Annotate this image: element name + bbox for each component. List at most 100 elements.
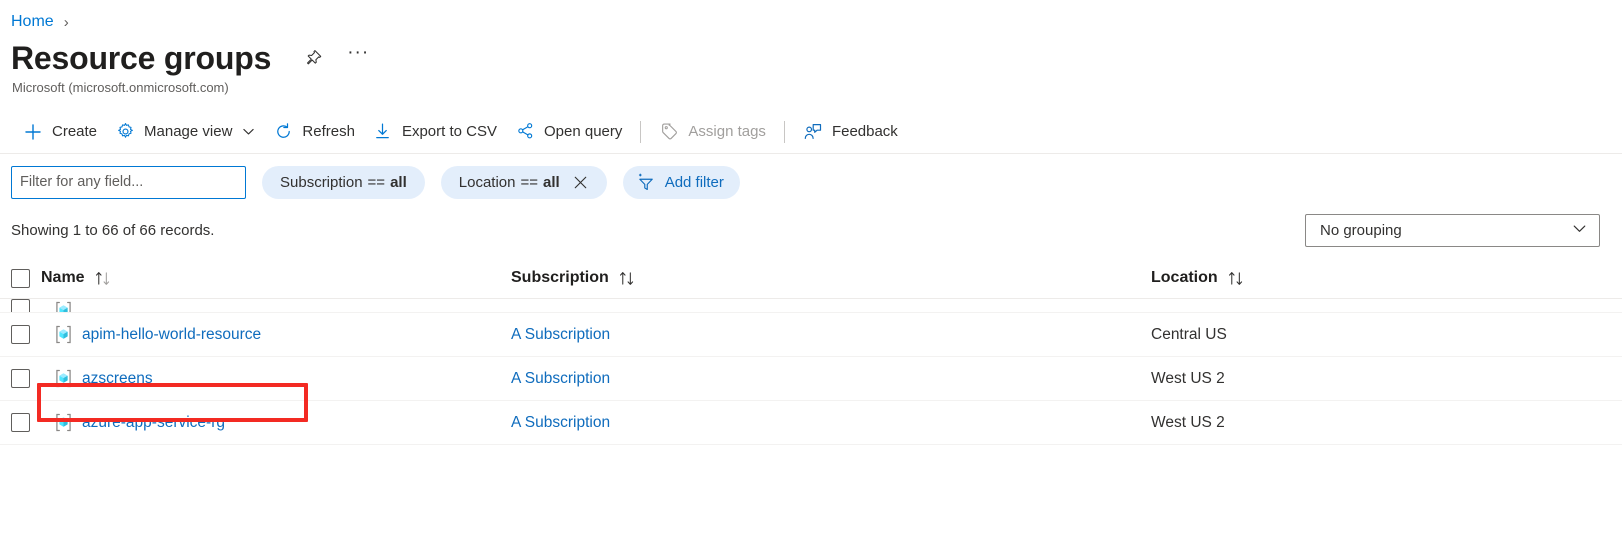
row-checkbox-cell [11, 369, 41, 388]
resource-groups-table: Name Subscription Location apim-hello-wo… [0, 258, 1622, 445]
column-header-location[interactable]: Location [1151, 269, 1622, 287]
resource-group-icon [52, 368, 74, 390]
table-row[interactable] [0, 299, 1622, 313]
column-header-location-label: Location [1151, 269, 1218, 286]
feedback-label: Feedback [831, 123, 898, 140]
add-filter-button[interactable]: Add filter [622, 165, 740, 199]
export-to-csv-label: Export to CSV [401, 123, 497, 140]
refresh-label: Refresh [302, 123, 355, 140]
open-query-button[interactable]: Open query [506, 114, 631, 150]
page-title-row: Resource groups ··· [0, 32, 1622, 78]
row-checkbox-cell [11, 413, 41, 432]
table-row[interactable]: azscreens A Subscription West US 2 [0, 357, 1622, 401]
table-header-row: Name Subscription Location [0, 258, 1622, 299]
column-header-subscription-label: Subscription [511, 269, 609, 286]
command-bar: Create Manage view Refresh Export to CSV… [0, 110, 1622, 154]
filter-chip-location-value: all [543, 173, 560, 191]
manage-view-button[interactable]: Manage view [106, 114, 264, 150]
chevron-down-icon [242, 125, 255, 138]
refresh-button[interactable]: Refresh [264, 114, 364, 150]
records-count-text: Showing 1 to 66 of 66 records. [11, 221, 215, 239]
row-checkbox[interactable] [11, 325, 30, 344]
row-location-text: West US 2 [1151, 413, 1225, 431]
row-subscription-link[interactable]: A Subscription [511, 414, 610, 432]
grouping-select[interactable]: No grouping [1305, 213, 1600, 247]
row-location-text: Central US [1151, 325, 1227, 343]
column-header-name[interactable]: Name [41, 269, 511, 287]
manage-view-label: Manage view [144, 123, 233, 140]
gear-icon [115, 122, 135, 142]
share-node-icon [515, 122, 535, 142]
filter-chip-subscription-operator: == [367, 173, 386, 191]
grouping-select-value: No grouping [1320, 221, 1402, 239]
row-checkbox[interactable] [11, 413, 30, 432]
filter-chip-subscription-value: all [390, 173, 407, 191]
breadcrumb: Home › [0, 0, 1622, 32]
records-row: Showing 1 to 66 of 66 records. No groupi… [0, 210, 1622, 250]
row-name-cell: apim-hello-world-resource [41, 324, 511, 346]
filter-chip-location-operator: == [520, 173, 539, 191]
resource-group-icon [52, 412, 74, 434]
add-filter-label: Add filter [664, 173, 724, 191]
select-all-checkbox[interactable] [11, 268, 30, 288]
row-checkbox[interactable] [11, 369, 30, 388]
row-name-cell [41, 299, 511, 312]
row-location-text: West US 2 [1151, 369, 1225, 387]
export-to-csv-button[interactable]: Export to CSV [364, 114, 506, 150]
sort-icon[interactable] [1227, 270, 1246, 287]
search-input[interactable] [11, 165, 246, 199]
table-row[interactable]: apim-hello-world-resource A Subscription… [0, 313, 1622, 357]
row-name-cell: azscreens [41, 368, 511, 390]
assign-tags-button[interactable]: Assign tags [650, 114, 775, 150]
row-location-cell: Central US [1151, 326, 1622, 344]
row-subscription-link[interactable]: A Subscription [511, 370, 610, 388]
create-label: Create [52, 123, 98, 140]
column-header-subscription[interactable]: Subscription [511, 269, 1151, 287]
breadcrumb-home-link[interactable]: Home [11, 14, 54, 30]
row-subscription-link[interactable]: A Subscription [511, 326, 610, 344]
row-checkbox[interactable] [11, 299, 30, 312]
create-button[interactable]: Create [14, 114, 106, 150]
row-name-link[interactable]: azscreens [82, 370, 153, 388]
pin-icon[interactable] [297, 42, 329, 74]
toolbar-divider [640, 120, 642, 143]
chevron-down-icon [1571, 220, 1588, 241]
select-all-checkbox-cell [11, 268, 41, 288]
open-query-label: Open query [544, 123, 623, 140]
plus-icon [23, 122, 43, 142]
row-subscription-cell: A Subscription [511, 414, 1151, 432]
row-name-cell: azure-app-service-rg [41, 412, 511, 434]
row-name-link[interactable]: apim-hello-world-resource [82, 326, 261, 344]
add-filter-icon [636, 172, 657, 193]
filter-chip-subscription[interactable]: Subscription == all [262, 165, 425, 199]
row-subscription-cell: A Subscription [511, 370, 1151, 388]
filter-bar: Subscription == all Location == all Add … [0, 154, 1622, 210]
filter-chip-location-field: Location [458, 173, 516, 191]
row-checkbox-cell [11, 299, 41, 312]
sort-icon[interactable] [94, 270, 113, 287]
page-subtitle: Microsoft (microsoft.onmicrosoft.com) [12, 80, 229, 95]
refresh-icon [273, 122, 293, 142]
filter-chip-subscription-field: Subscription [280, 173, 363, 191]
resource-group-icon [52, 299, 74, 312]
feedback-icon [803, 122, 823, 142]
toolbar-divider [783, 120, 785, 143]
filter-chip-location[interactable]: Location == all [440, 165, 607, 199]
column-header-name-label: Name [41, 269, 85, 286]
tag-icon [659, 122, 679, 142]
remove-filter-location-icon[interactable] [573, 174, 589, 190]
resource-group-icon [52, 324, 74, 346]
row-subscription-cell: A Subscription [511, 326, 1151, 344]
row-name-link[interactable]: azure-app-service-rg [82, 414, 225, 432]
feedback-button[interactable]: Feedback [794, 114, 907, 150]
table-body: apim-hello-world-resource A Subscription… [0, 299, 1622, 445]
assign-tags-label: Assign tags [688, 123, 766, 140]
more-options-icon[interactable]: ··· [342, 42, 374, 74]
page-title: Resource groups [11, 40, 272, 76]
row-location-cell: West US 2 [1151, 370, 1622, 388]
row-location-cell: West US 2 [1151, 414, 1622, 432]
breadcrumb-separator-icon: › [63, 13, 69, 31]
sort-icon[interactable] [618, 270, 637, 287]
table-row[interactable]: azure-app-service-rg A Subscription West… [0, 401, 1622, 445]
download-icon [373, 122, 393, 142]
